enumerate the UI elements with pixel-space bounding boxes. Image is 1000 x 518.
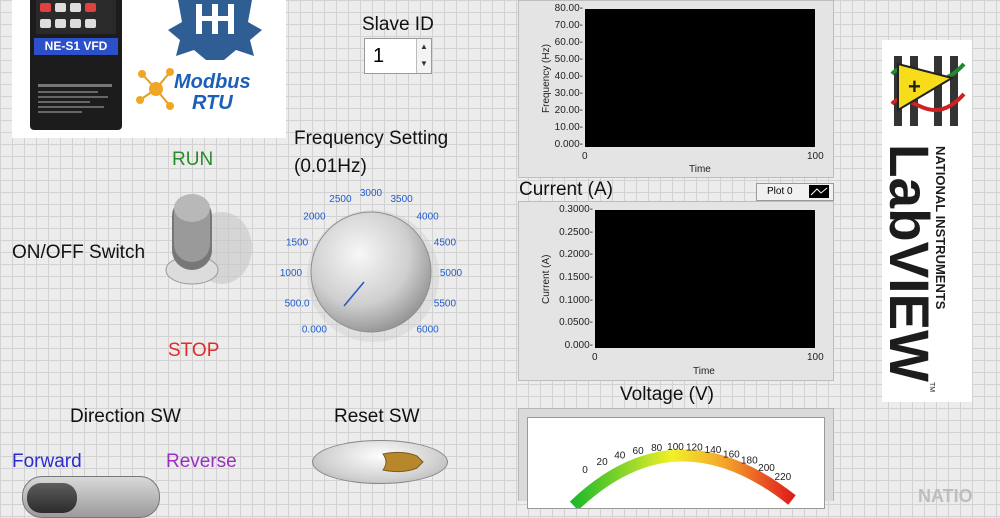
- slave-id-numeric-control[interactable]: 1 ▲ ▼: [364, 38, 432, 74]
- voltage-tick-label: 180: [741, 455, 758, 466]
- current-y-tick: 0.1000-: [559, 294, 593, 306]
- modbus-rtu-logo: Modbus RTU: [174, 72, 251, 114]
- current-x-axis-title: Time: [693, 366, 715, 377]
- current-y-tick: 0.1500-: [559, 272, 593, 283]
- direction-switch-lever[interactable]: [27, 483, 77, 513]
- knob-tick-label: 2000: [303, 211, 326, 222]
- slave-id-value[interactable]: 1: [373, 45, 384, 68]
- watermark-text: NATIO: [918, 486, 973, 506]
- knob-tick-label: 0.000: [302, 325, 327, 336]
- knob-tick-label: 2500: [329, 194, 352, 205]
- current-x-tick-min: 0: [592, 352, 598, 363]
- current-y-tick: 0.2000-: [559, 249, 593, 261]
- frequency-knob[interactable]: 0.000 500.0 1000 1500 20002500 3000 35004000 45…: [268, 176, 478, 346]
- legend-line-icon: [809, 185, 829, 198]
- modbus-logo-line1: Modbus: [174, 71, 251, 93]
- knob-tick-label: 4500: [434, 237, 457, 248]
- labview-wordmark: NATIONAL INSTRUMENTS LabVIEW TM: [886, 144, 948, 392]
- voltage-tick-label: 80: [651, 443, 663, 454]
- knob-tick-label: 3500: [390, 194, 413, 205]
- current-y-axis-title: Current (A): [541, 254, 552, 304]
- frequency-y-tick: 80.00-: [554, 3, 583, 14]
- gear-logo-icon: [168, 0, 262, 60]
- current-chart-title: Current (A): [519, 179, 613, 200]
- run-label: RUN: [172, 149, 214, 170]
- frequency-y-tick: 70.00-: [554, 20, 583, 31]
- voltage-tick-label: 200: [758, 463, 775, 474]
- svg-text:LabVIEW: LabVIEW: [886, 144, 941, 382]
- reset-button[interactable]: [312, 440, 448, 484]
- frequency-y-axis-title: Frequency (Hz): [541, 44, 552, 113]
- frequency-x-tick-max: 100: [807, 151, 824, 162]
- increment-arrow-icon[interactable]: ▲: [417, 39, 431, 55]
- voltage-tick-label: 20: [597, 457, 609, 468]
- frequency-unit-label: (0.01Hz): [294, 156, 367, 177]
- voltage-tick-label: 160: [723, 449, 740, 460]
- slave-id-spinner[interactable]: ▲ ▼: [416, 39, 431, 73]
- svg-text:+: +: [908, 74, 921, 99]
- voltage-tick-label: 100: [667, 442, 684, 453]
- knob-tick-label: 4000: [416, 211, 439, 222]
- reset-led-indicator: [382, 451, 424, 473]
- knob-tick-label: 5000: [440, 268, 463, 279]
- frequency-setting-label: Frequency Setting: [294, 128, 449, 149]
- voltage-tick-label: 120: [686, 443, 703, 454]
- labview-logo: + NATIONAL INSTRUMENTS LabVIEW TM: [882, 40, 972, 402]
- reset-switch-label: Reset SW: [334, 406, 420, 427]
- labview-amplifier-icon: +: [888, 44, 968, 136]
- knob-tick-label: 1500: [286, 237, 309, 248]
- legend-plot-name: Plot 0: [767, 186, 793, 197]
- voltage-gauge-title: Voltage (V): [620, 384, 714, 405]
- voltage-tick-label: 220: [775, 472, 792, 483]
- decrement-arrow-icon[interactable]: ▼: [417, 56, 431, 72]
- vfd-keypad: [36, 0, 116, 34]
- knob-tick-label: 3000: [360, 188, 383, 199]
- svg-text:TM: TM: [928, 382, 935, 392]
- knob-tick-label: 1000: [280, 268, 303, 279]
- frequency-waveform-chart: 80.00- 70.00- 60.00- 50.00- 40.00- 30.00- 20.0…: [518, 0, 834, 178]
- direction-switch-label: Direction SW: [70, 406, 181, 427]
- frequency-plot-area: [585, 9, 815, 147]
- modbus-molecule-icon: [136, 68, 174, 110]
- voltage-tick-label: 0: [582, 465, 588, 476]
- frequency-x-axis-title: Time: [689, 164, 711, 175]
- voltage-tick-label: 140: [705, 445, 722, 456]
- knob-tick-label: 500.0: [285, 299, 310, 310]
- forward-label: Forward: [12, 451, 82, 472]
- knob-tick-label: 6000: [416, 325, 439, 336]
- knob-tick-label: 5500: [434, 299, 457, 310]
- frequency-y-tick: 0.000-: [554, 139, 583, 150]
- vfd-model-badge: NE-S1 VFD: [34, 38, 118, 55]
- current-plot-legend[interactable]: Plot 0: [756, 183, 834, 201]
- direction-slide-switch[interactable]: [22, 476, 160, 518]
- current-plot-area: [595, 210, 815, 348]
- slave-id-label: Slave ID: [362, 14, 434, 35]
- vfd-device-image: NE-S1 VFD: [30, 0, 122, 130]
- voltage-tick-label: 40: [614, 451, 626, 462]
- frequency-x-tick-min: 0: [582, 151, 588, 162]
- stop-label: STOP: [168, 340, 220, 361]
- modbus-logo-line2: RTU: [191, 92, 233, 114]
- current-y-tick: 0.000-: [564, 340, 593, 351]
- frequency-y-tick: 10.00-: [554, 122, 583, 133]
- voltage-gauge-dial: 0 20 40 60 80 100 120 140 160180200220: [569, 442, 796, 511]
- voltage-gauge-frame: 0 20 40 60 80 100 120 140 160 180 200 220: [518, 408, 834, 511]
- reverse-label: Reverse: [166, 451, 237, 472]
- vfd-warning-label: [38, 84, 112, 113]
- current-waveform-chart: 0.3000- 0.2500- 0.2000- 0.1500- 0.1000- 0.050…: [518, 201, 834, 381]
- current-y-tick: 0.3000-: [559, 204, 593, 215]
- on-off-toggle-switch[interactable]: [160, 186, 256, 290]
- hardware-logo-panel: NE-S1 VFD Modbus RTU: [12, 0, 286, 138]
- current-y-tick: 0.0500-: [559, 317, 593, 329]
- on-off-switch-label: ON/OFF Switch: [12, 242, 146, 263]
- current-x-tick-max: 100: [807, 352, 824, 363]
- voltage-gauge: 0 20 40 60 80 100 120 140 160 180 200 220: [527, 417, 825, 511]
- current-y-tick: 0.2500-: [559, 226, 593, 238]
- voltage-tick-label: 60: [633, 446, 645, 457]
